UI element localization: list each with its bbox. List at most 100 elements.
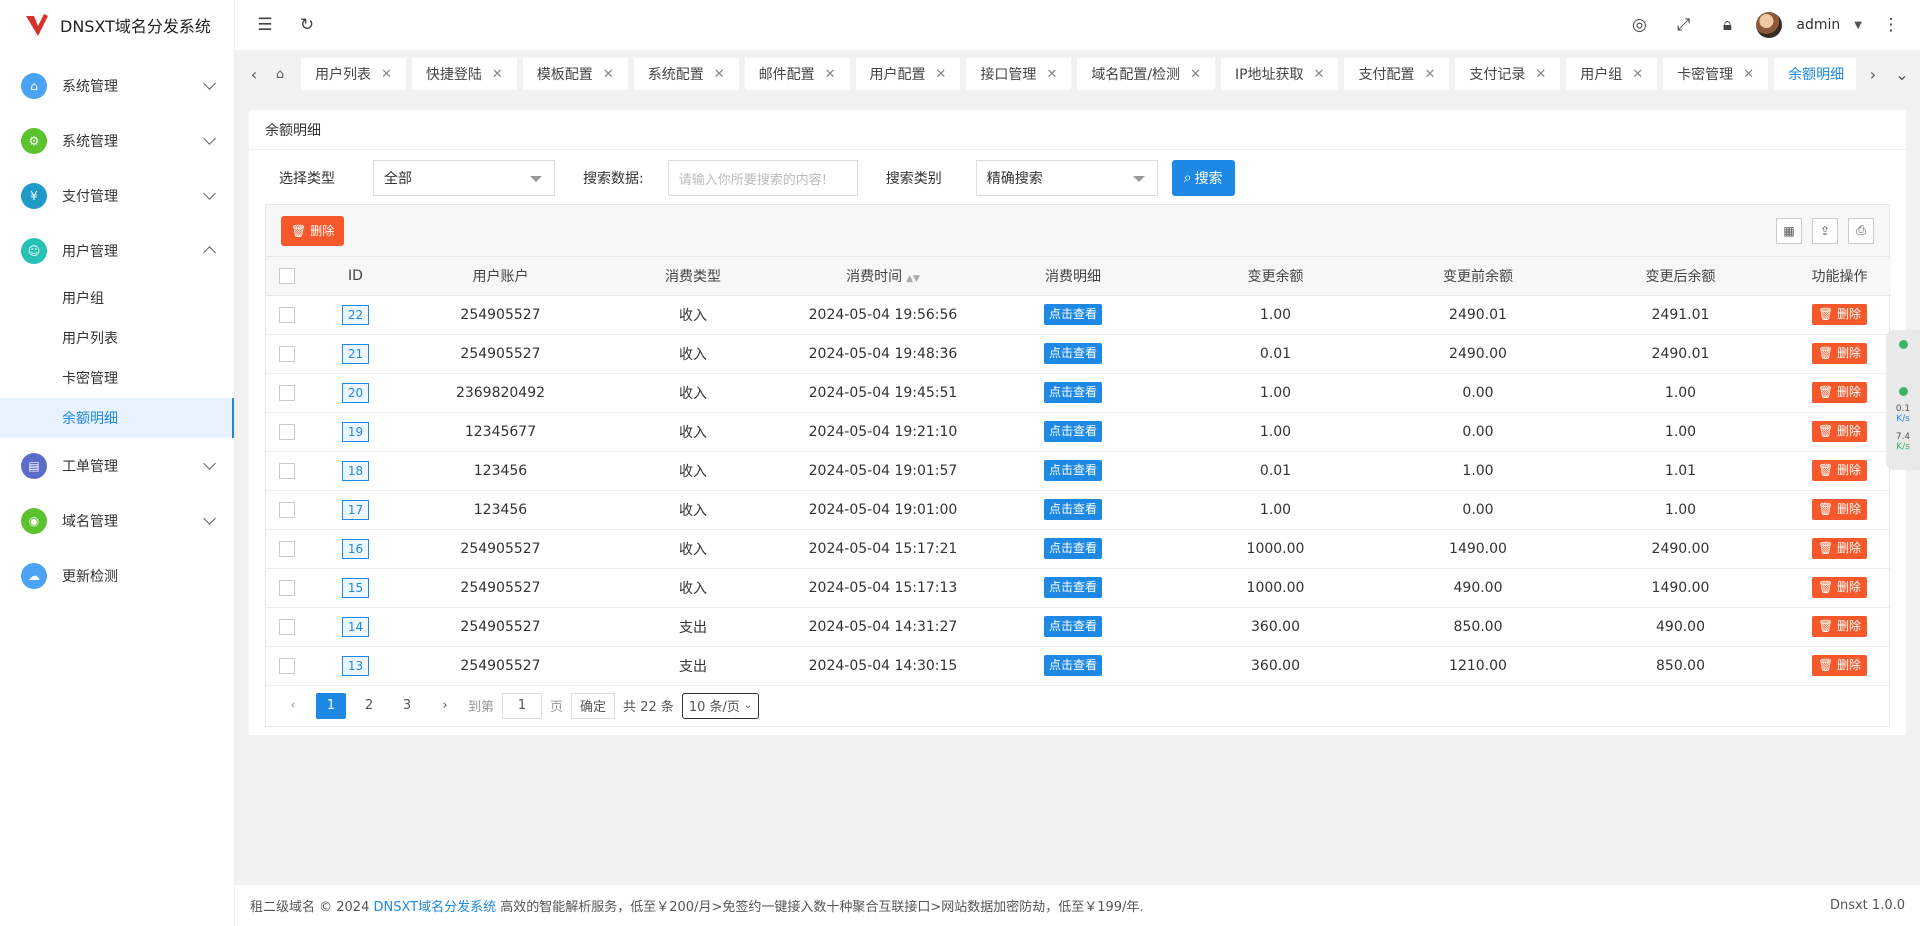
sidebar-subitem-balance-detail[interactable]: 余额明细 — [0, 398, 234, 438]
sidebar-item-update-check[interactable]: ☁ 更新检测 — [0, 548, 234, 603]
network-speed-widget[interactable]: 0.1 K/s 7.4 K/s — [1886, 330, 1920, 470]
page-2[interactable]: 2 — [354, 693, 384, 719]
row-checkbox[interactable] — [279, 345, 295, 362]
more-vertical-icon[interactable]: ⋮ — [1876, 10, 1906, 40]
close-icon[interactable]: ✕ — [492, 67, 503, 82]
select-all-checkbox[interactable] — [279, 267, 295, 284]
col-header-time[interactable]: 消费时间 ▲▼ — [788, 257, 978, 296]
tabs-next-icon[interactable]: › — [1862, 59, 1884, 89]
sidebar-item-tickets[interactable]: ▤ 工单管理 — [0, 438, 234, 493]
fullscreen-icon[interactable]: ⤢ — [1668, 10, 1698, 40]
view-detail-button[interactable]: 点击查看 — [1043, 304, 1102, 325]
tab-item[interactable]: 支付配置 ✕ — [1344, 58, 1450, 90]
close-icon[interactable]: ✕ — [1535, 67, 1546, 82]
view-detail-button[interactable]: 点击查看 — [1043, 577, 1102, 598]
view-detail-button[interactable]: 点击查看 — [1043, 421, 1102, 442]
row-delete-button[interactable]: 🗑︎ 删除 — [1811, 343, 1868, 364]
tab-item[interactable]: 模板配置 ✕ — [522, 58, 628, 90]
row-delete-button[interactable]: 🗑︎ 删除 — [1811, 382, 1868, 403]
row-checkbox[interactable] — [279, 384, 295, 401]
tab-item[interactable]: 域名配置/检测 ✕ — [1077, 58, 1215, 90]
sidebar-item-payment[interactable]: ¥ 支付管理 — [0, 168, 234, 223]
columns-icon[interactable]: ▦ — [1776, 217, 1802, 244]
row-checkbox[interactable] — [279, 501, 295, 518]
goto-confirm-button[interactable]: 确定 — [571, 692, 616, 719]
type-select[interactable]: 全部 — [373, 160, 555, 196]
close-icon[interactable]: ✕ — [381, 67, 392, 82]
close-icon[interactable]: ✕ — [714, 67, 725, 82]
sidebar-item-users[interactable]: ☺ 用户管理 — [0, 223, 234, 278]
sidebar-subitem-user-group[interactable]: 用户组 — [0, 278, 234, 318]
menu-collapse-icon[interactable]: ☰ — [250, 10, 280, 40]
tab-item[interactable]: 接口管理 ✕ — [966, 58, 1072, 90]
page-prev-icon[interactable]: ‹ — [278, 693, 308, 719]
tab-item[interactable]: 用户配置 ✕ — [855, 58, 961, 90]
export-icon[interactable]: ⇪ — [1812, 217, 1838, 244]
close-icon[interactable]: ✕ — [1854, 67, 1856, 82]
refresh-icon[interactable]: ↻ — [292, 10, 322, 40]
view-detail-button[interactable]: 点击查看 — [1043, 343, 1102, 364]
row-delete-button[interactable]: 🗑︎ 删除 — [1811, 577, 1868, 598]
view-detail-button[interactable]: 点击查看 — [1043, 499, 1102, 520]
close-icon[interactable]: ✕ — [936, 67, 947, 82]
batch-delete-button[interactable]: 🗑︎ 删除 — [281, 215, 345, 246]
tab-item[interactable]: 系统配置 ✕ — [633, 58, 739, 90]
avatar[interactable] — [1756, 12, 1783, 38]
row-delete-button[interactable]: 🗑︎ 删除 — [1811, 499, 1868, 520]
close-icon[interactable]: ✕ — [1424, 67, 1435, 82]
row-checkbox[interactable] — [279, 462, 295, 479]
tabs-menu-icon[interactable]: ⌄ — [1884, 59, 1920, 89]
tabs-prev-icon[interactable]: ‹ — [243, 59, 265, 89]
view-detail-button[interactable]: 点击查看 — [1043, 655, 1102, 676]
footer-link[interactable]: DNSXT域名分发系统 — [374, 896, 497, 915]
search-button[interactable]: ⌕ 搜索 — [1171, 160, 1235, 196]
sidebar-item-system-1[interactable]: ⌂ 系统管理 — [0, 58, 234, 113]
row-checkbox[interactable] — [279, 423, 295, 440]
row-checkbox[interactable] — [279, 657, 295, 674]
row-delete-button[interactable]: 🗑︎ 删除 — [1811, 304, 1868, 325]
tab-item[interactable]: 用户列表 ✕ — [301, 58, 406, 90]
lock-icon[interactable]: 🔒︎ — [1712, 10, 1742, 40]
page-size-select[interactable]: 10 条/页 ⌄ — [681, 692, 760, 719]
close-icon[interactable]: ✕ — [1314, 67, 1325, 82]
sidebar-subitem-user-list[interactable]: 用户列表 — [0, 318, 234, 358]
close-icon[interactable]: ✕ — [603, 67, 614, 82]
search-input[interactable]: 请输入你所要搜索的内容! — [667, 160, 858, 196]
home-tab-icon[interactable]: ⌂ — [265, 59, 295, 89]
close-icon[interactable]: ✕ — [1190, 67, 1201, 82]
globe-icon[interactable]: ◎ — [1624, 10, 1654, 40]
row-delete-button[interactable]: 🗑︎ 删除 — [1811, 655, 1868, 676]
sidebar-item-system-2[interactable]: ⚙ 系统管理 — [0, 113, 234, 168]
print-icon[interactable]: ⎙ — [1848, 217, 1874, 244]
page-next-icon[interactable]: › — [430, 693, 460, 719]
close-icon[interactable]: ✕ — [825, 67, 836, 82]
view-detail-button[interactable]: 点击查看 — [1043, 460, 1102, 481]
goto-page-input[interactable]: 1 — [502, 692, 543, 719]
close-icon[interactable]: ✕ — [1046, 67, 1057, 82]
row-checkbox[interactable] — [279, 306, 295, 323]
close-icon[interactable]: ✕ — [1743, 67, 1754, 82]
tab-item[interactable]: IP地址获取 ✕ — [1220, 58, 1339, 90]
tab-item[interactable]: 快捷登陆 ✕ — [411, 58, 517, 90]
row-delete-button[interactable]: 🗑︎ 删除 — [1811, 460, 1868, 481]
tab-item[interactable]: 卡密管理 ✕ — [1663, 58, 1769, 90]
row-checkbox[interactable] — [279, 618, 295, 635]
caret-down-icon[interactable]: ▼ — [1854, 20, 1862, 31]
category-select[interactable]: 精确搜索 — [975, 160, 1158, 196]
tab-item[interactable]: 余额明细 ✕ — [1774, 58, 1856, 90]
user-name[interactable]: admin — [1796, 17, 1840, 33]
page-3[interactable]: 3 — [392, 693, 422, 719]
close-icon[interactable]: ✕ — [1632, 67, 1643, 82]
row-delete-button[interactable]: 🗑︎ 删除 — [1811, 421, 1868, 442]
view-detail-button[interactable]: 点击查看 — [1043, 538, 1102, 559]
view-detail-button[interactable]: 点击查看 — [1043, 616, 1102, 637]
row-delete-button[interactable]: 🗑︎ 删除 — [1811, 538, 1868, 559]
sidebar-subitem-card-keys[interactable]: 卡密管理 — [0, 358, 234, 398]
row-delete-button[interactable]: 🗑︎ 删除 — [1811, 616, 1868, 637]
tab-item[interactable]: 支付记录 ✕ — [1455, 58, 1561, 90]
logo[interactable]: DNSXT域名分发系统 — [0, 0, 234, 50]
tab-item[interactable]: 用户组 ✕ — [1566, 58, 1658, 90]
tab-item[interactable]: 邮件配置 ✕ — [744, 58, 850, 90]
view-detail-button[interactable]: 点击查看 — [1043, 382, 1102, 403]
sidebar-item-domains[interactable]: ◉ 域名管理 — [0, 493, 234, 548]
